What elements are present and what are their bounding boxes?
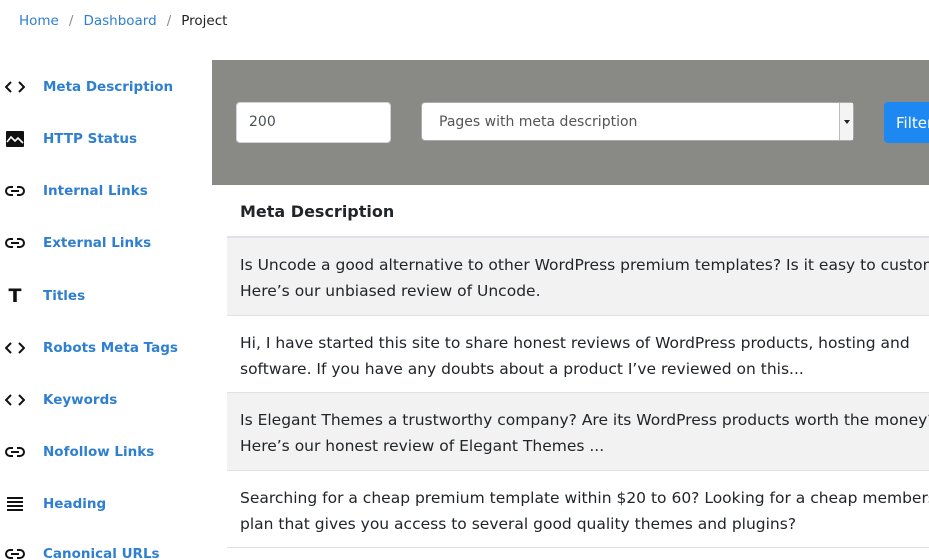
cell-text: Searching for a cheap premium template w…: [240, 488, 929, 507]
cell-text: Is Uncode a good alternative to other Wo…: [240, 256, 929, 274]
sidebar-item-label: HTTP Status: [43, 131, 138, 147]
code-icon: [4, 389, 26, 411]
sidebar-item-heading[interactable]: Heading: [0, 489, 212, 519]
filter-button[interactable]: Filter: [884, 102, 929, 143]
code-icon: [4, 337, 26, 359]
sidebar-item-internal-links[interactable]: Internal Links: [0, 176, 212, 206]
code-icon: [4, 76, 26, 98]
cell-text: software. If you have any doubts about a…: [240, 359, 804, 378]
select-value: Pages with meta description: [439, 113, 638, 130]
sidebar-item-label: Canonical URLs: [43, 546, 160, 560]
link-icon: [4, 232, 26, 254]
table-row: Is Uncode a good alternative to other Wo…: [227, 238, 929, 316]
column-header: Meta Description: [227, 186, 929, 238]
sidebar-item-label: Heading: [43, 496, 107, 512]
link-icon: [4, 441, 26, 463]
sidebar-item-label: Meta Description: [43, 79, 174, 95]
link-icon: [4, 543, 26, 560]
sidebar-item-nofollow-links[interactable]: Nofollow Links: [0, 437, 212, 467]
breadcrumb: Home / Dashboard / Project: [19, 13, 227, 29]
breadcrumb-separator: /: [68, 13, 74, 29]
sidebar-item-label: External Links: [43, 235, 152, 251]
cell-text: plan that gives you access to several go…: [240, 514, 797, 533]
chevron-down-icon: [843, 119, 850, 124]
cell-text: Is Elegant Themes a trustworthy company?…: [240, 411, 929, 429]
filter-bar: 200 Pages with meta description Filter: [212, 60, 929, 185]
breadcrumb-home-link[interactable]: Home: [19, 13, 59, 29]
sidebar-item-label: Nofollow Links: [43, 444, 155, 460]
table-row: Searching for a cheap premium template w…: [227, 471, 929, 548]
cell-text: Hi, I have started this site to share ho…: [240, 333, 910, 352]
sidebar-item-label: Internal Links: [43, 183, 148, 199]
sidebar-item-external-links[interactable]: External Links: [0, 228, 212, 258]
breadcrumb-separator: /: [166, 13, 172, 29]
select-toggle[interactable]: [839, 103, 853, 140]
sidebar-item-robots-meta-tags[interactable]: Robots Meta Tags: [0, 333, 212, 363]
sidebar-item-canonical-urls[interactable]: Canonical URLs: [0, 539, 212, 560]
table-row: Hi, I have started this site to share ho…: [227, 316, 929, 393]
list-icon: [4, 493, 26, 515]
cell-text: Here’s our unbiased review of Uncode.: [240, 282, 541, 300]
cell-text: Here’s our honest review of Elegant Them…: [240, 437, 605, 455]
breadcrumb-dashboard-link[interactable]: Dashboard: [83, 13, 156, 29]
sidebar-item-label: Keywords: [43, 392, 118, 408]
title-icon: T: [8, 284, 22, 307]
sidebar-item-http-status[interactable]: HTTP Status: [0, 124, 212, 154]
sidebar-item-keywords[interactable]: Keywords: [0, 385, 212, 415]
sidebar-item-meta-description[interactable]: Meta Description: [0, 72, 212, 102]
count-input[interactable]: 200: [236, 102, 391, 143]
meta-description-table: Meta Description Is Uncode a good altern…: [227, 186, 929, 548]
breadcrumb-current: Project: [181, 13, 228, 29]
meta-filter-select[interactable]: Pages with meta description: [421, 102, 854, 141]
link-icon: [4, 180, 26, 202]
sidebar-item-label: Robots Meta Tags: [43, 340, 178, 356]
sidebar-item-titles[interactable]: T Titles: [0, 281, 212, 311]
table-row: Is Elegant Themes a trustworthy company?…: [227, 393, 929, 471]
sidebar-item-label: Titles: [43, 288, 86, 304]
image-icon: [4, 128, 26, 150]
